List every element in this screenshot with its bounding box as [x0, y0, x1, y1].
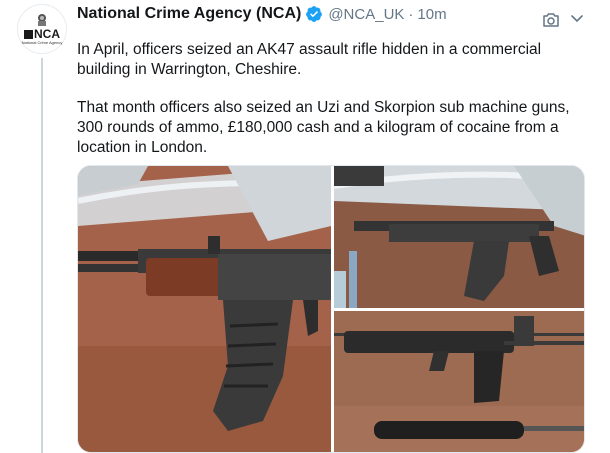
media-grid: [77, 165, 585, 453]
photo-submachine-gun-silencer[interactable]: [334, 311, 584, 452]
tweet-header: National Crime Agency (NCA) @NCA_UK · 10…: [77, 2, 447, 26]
thread-line: [41, 58, 43, 453]
camera-icon[interactable]: [542, 12, 560, 28]
chevron-down-icon[interactable]: [570, 14, 584, 24]
photo-ak47-rifle[interactable]: [78, 166, 331, 452]
avatar[interactable]: NCA National Crime Agency: [17, 4, 67, 54]
tweet-text-paragraph-1: In April, officers seized an AK47 assaul…: [77, 41, 542, 78]
author-handle[interactable]: @NCA_UK: [328, 6, 404, 23]
crest-icon: [38, 14, 46, 26]
tweet[interactable]: NCA National Crime Agency National Crime…: [0, 0, 610, 453]
nca-logo: NCA: [24, 28, 60, 40]
photo-rifle-on-floor[interactable]: [334, 166, 584, 308]
verified-badge-icon: [306, 6, 323, 22]
timestamp[interactable]: 10m: [417, 6, 446, 23]
tweet-text-paragraph-2: That month officers also seized an Uzi a…: [77, 99, 570, 156]
author-name[interactable]: National Crime Agency (NCA): [77, 5, 301, 23]
separator-dot: ·: [408, 5, 414, 23]
nca-logo-subtext: National Crime Agency: [21, 40, 63, 45]
